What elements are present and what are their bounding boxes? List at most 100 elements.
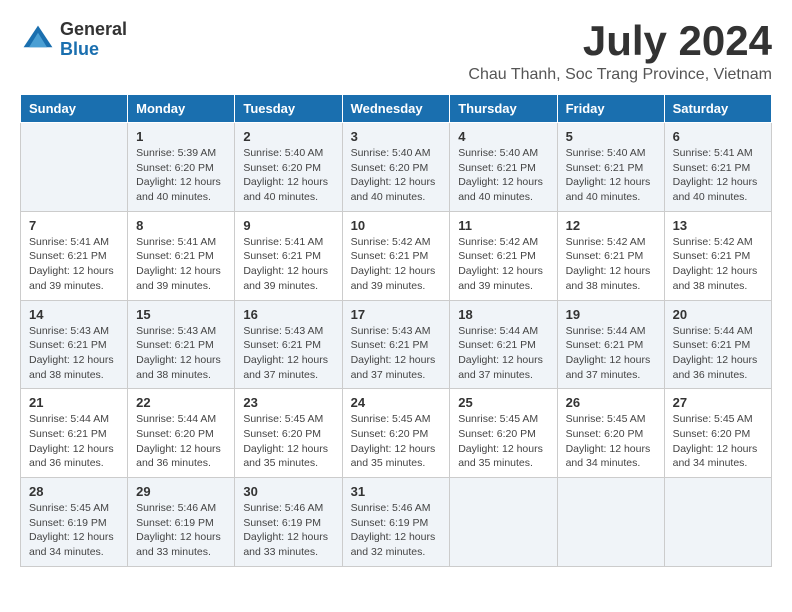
day-number: 11	[458, 218, 548, 233]
day-info: Sunrise: 5:44 AMSunset: 6:21 PMDaylight:…	[673, 324, 763, 383]
calendar-cell: 8Sunrise: 5:41 AMSunset: 6:21 PMDaylight…	[128, 211, 235, 300]
day-number: 23	[243, 395, 333, 410]
day-info: Sunrise: 5:45 AMSunset: 6:20 PMDaylight:…	[243, 412, 333, 471]
day-info: Sunrise: 5:43 AMSunset: 6:21 PMDaylight:…	[351, 324, 442, 383]
day-number: 5	[566, 129, 656, 144]
calendar-cell: 21 Sunrise: 5:44 AMSunset: 6:21 PMDayligh…	[21, 389, 128, 478]
logo-text: General Blue	[60, 20, 127, 60]
location-title: Chau Thanh, Soc Trang Province, Vietnam	[468, 66, 772, 84]
calendar-cell: 12 Sunrise: 5:42 AMSunset: 6:21 PMDayligh…	[557, 211, 664, 300]
page-header: General Blue July 2024 Chau Thanh, Soc T…	[20, 20, 772, 84]
calendar-header: Sunday Monday Tuesday Wednesday Thursday…	[21, 95, 772, 123]
day-number: 3	[351, 129, 442, 144]
calendar-cell: 27Sunrise: 5:45 AMSunset: 6:20 PMDayligh…	[664, 389, 771, 478]
day-number: 2	[243, 129, 333, 144]
logo-icon	[20, 22, 56, 58]
day-info: Sunrise: 5:46 AMSunset: 6:19 PMDaylight:…	[351, 501, 442, 560]
day-info: Sunrise: 5:46 AMSunset: 6:19 PMDaylight:…	[136, 501, 226, 560]
calendar-cell: 16 Sunrise: 5:43 AMSunset: 6:21 PMDayligh…	[235, 300, 342, 389]
header-wednesday: Wednesday	[342, 95, 450, 123]
day-info: Sunrise: 5:44 AMSunset: 6:20 PMDaylight:…	[136, 412, 226, 471]
day-info: Sunrise: 5:41 AMSunset: 6:21 PMDaylight:…	[136, 235, 226, 294]
calendar-cell: 3 Sunrise: 5:40 AMSunset: 6:20 PMDaylight…	[342, 123, 450, 212]
header-row: Sunday Monday Tuesday Wednesday Thursday…	[21, 95, 772, 123]
calendar-cell: 24 Sunrise: 5:45 AMSunset: 6:20 PMDayligh…	[342, 389, 450, 478]
day-number: 21	[29, 395, 119, 410]
day-info: Sunrise: 5:42 AMSunset: 6:21 PMDaylight:…	[351, 235, 442, 294]
calendar-cell: 20Sunrise: 5:44 AMSunset: 6:21 PMDayligh…	[664, 300, 771, 389]
calendar-cell: 15 Sunrise: 5:43 AMSunset: 6:21 PMDayligh…	[128, 300, 235, 389]
day-info: Sunrise: 5:40 AMSunset: 6:20 PMDaylight:…	[243, 146, 333, 205]
header-sunday: Sunday	[21, 95, 128, 123]
calendar-cell: 18Sunrise: 5:44 AMSunset: 6:21 PMDayligh…	[450, 300, 557, 389]
header-saturday: Saturday	[664, 95, 771, 123]
header-monday: Monday	[128, 95, 235, 123]
calendar-cell: 26 Sunrise: 5:45 AMSunset: 6:20 PMDayligh…	[557, 389, 664, 478]
calendar-week-3: 14 Sunrise: 5:43 AMSunset: 6:21 PMDayligh…	[21, 300, 772, 389]
day-info: Sunrise: 5:41 AMSunset: 6:21 PMDaylight:…	[243, 235, 333, 294]
calendar-cell	[450, 478, 557, 567]
day-number: 12	[566, 218, 656, 233]
calendar-cell	[21, 123, 128, 212]
day-number: 10	[351, 218, 442, 233]
calendar-cell: 5 Sunrise: 5:40 AMSunset: 6:21 PMDaylight…	[557, 123, 664, 212]
day-number: 29	[136, 484, 226, 499]
calendar-week-5: 28Sunrise: 5:45 AMSunset: 6:19 PMDayligh…	[21, 478, 772, 567]
day-info: Sunrise: 5:45 AMSunset: 6:20 PMDaylight:…	[673, 412, 763, 471]
day-number: 25	[458, 395, 548, 410]
calendar-cell: 1Sunrise: 5:39 AMSunset: 6:20 PMDaylight…	[128, 123, 235, 212]
day-number: 4	[458, 129, 548, 144]
header-thursday: Thursday	[450, 95, 557, 123]
day-info: Sunrise: 5:40 AMSunset: 6:20 PMDaylight:…	[351, 146, 442, 205]
calendar-week-1: 1Sunrise: 5:39 AMSunset: 6:20 PMDaylight…	[21, 123, 772, 212]
day-number: 1	[136, 129, 226, 144]
calendar-cell: 7 Sunrise: 5:41 AMSunset: 6:21 PMDaylight…	[21, 211, 128, 300]
day-info: Sunrise: 5:45 AMSunset: 6:20 PMDaylight:…	[351, 412, 442, 471]
calendar-cell: 9Sunrise: 5:41 AMSunset: 6:21 PMDaylight…	[235, 211, 342, 300]
day-number: 7	[29, 218, 119, 233]
day-number: 13	[673, 218, 763, 233]
day-info: Sunrise: 5:40 AMSunset: 6:21 PMDaylight:…	[566, 146, 656, 205]
header-friday: Friday	[557, 95, 664, 123]
calendar-cell: 29 Sunrise: 5:46 AMSunset: 6:19 PMDayligh…	[128, 478, 235, 567]
calendar-cell: 17 Sunrise: 5:43 AMSunset: 6:21 PMDayligh…	[342, 300, 450, 389]
day-info: Sunrise: 5:42 AMSunset: 6:21 PMDaylight:…	[566, 235, 656, 294]
day-info: Sunrise: 5:43 AMSunset: 6:21 PMDaylight:…	[29, 324, 119, 383]
day-info: Sunrise: 5:41 AMSunset: 6:21 PMDaylight:…	[29, 235, 119, 294]
calendar-body: 1Sunrise: 5:39 AMSunset: 6:20 PMDaylight…	[21, 123, 772, 567]
day-info: Sunrise: 5:44 AMSunset: 6:21 PMDaylight:…	[566, 324, 656, 383]
day-number: 30	[243, 484, 333, 499]
day-info: Sunrise: 5:43 AMSunset: 6:21 PMDaylight:…	[136, 324, 226, 383]
calendar-cell: 6Sunrise: 5:41 AMSunset: 6:21 PMDaylight…	[664, 123, 771, 212]
calendar-cell: 19 Sunrise: 5:44 AMSunset: 6:21 PMDayligh…	[557, 300, 664, 389]
day-number: 16	[243, 307, 333, 322]
day-number: 24	[351, 395, 442, 410]
day-info: Sunrise: 5:44 AMSunset: 6:21 PMDaylight:…	[29, 412, 119, 471]
calendar-cell: 11Sunrise: 5:42 AMSunset: 6:21 PMDayligh…	[450, 211, 557, 300]
calendar-cell: 25 Sunrise: 5:45 AMSunset: 6:20 PMDayligh…	[450, 389, 557, 478]
day-number: 17	[351, 307, 442, 322]
day-number: 15	[136, 307, 226, 322]
day-number: 14	[29, 307, 119, 322]
calendar-cell: 23 Sunrise: 5:45 AMSunset: 6:20 PMDayligh…	[235, 389, 342, 478]
day-info: Sunrise: 5:45 AMSunset: 6:20 PMDaylight:…	[458, 412, 548, 471]
calendar-cell: 31Sunrise: 5:46 AMSunset: 6:19 PMDayligh…	[342, 478, 450, 567]
day-info: Sunrise: 5:45 AMSunset: 6:19 PMDaylight:…	[29, 501, 119, 560]
month-title: July 2024	[468, 20, 772, 62]
calendar-cell: 28Sunrise: 5:45 AMSunset: 6:19 PMDayligh…	[21, 478, 128, 567]
day-number: 26	[566, 395, 656, 410]
header-tuesday: Tuesday	[235, 95, 342, 123]
calendar-cell: 14 Sunrise: 5:43 AMSunset: 6:21 PMDayligh…	[21, 300, 128, 389]
calendar-week-4: 21 Sunrise: 5:44 AMSunset: 6:21 PMDayligh…	[21, 389, 772, 478]
day-info: Sunrise: 5:44 AMSunset: 6:21 PMDaylight:…	[458, 324, 548, 383]
day-info: Sunrise: 5:42 AMSunset: 6:21 PMDaylight:…	[673, 235, 763, 294]
day-info: Sunrise: 5:43 AMSunset: 6:21 PMDaylight:…	[243, 324, 333, 383]
day-number: 19	[566, 307, 656, 322]
calendar-table: Sunday Monday Tuesday Wednesday Thursday…	[20, 94, 772, 567]
day-info: Sunrise: 5:45 AMSunset: 6:20 PMDaylight:…	[566, 412, 656, 471]
day-number: 6	[673, 129, 763, 144]
day-info: Sunrise: 5:40 AMSunset: 6:21 PMDaylight:…	[458, 146, 548, 205]
calendar-cell: 13 Sunrise: 5:42 AMSunset: 6:21 PMDayligh…	[664, 211, 771, 300]
calendar-cell	[557, 478, 664, 567]
calendar-cell: 30Sunrise: 5:46 AMSunset: 6:19 PMDayligh…	[235, 478, 342, 567]
